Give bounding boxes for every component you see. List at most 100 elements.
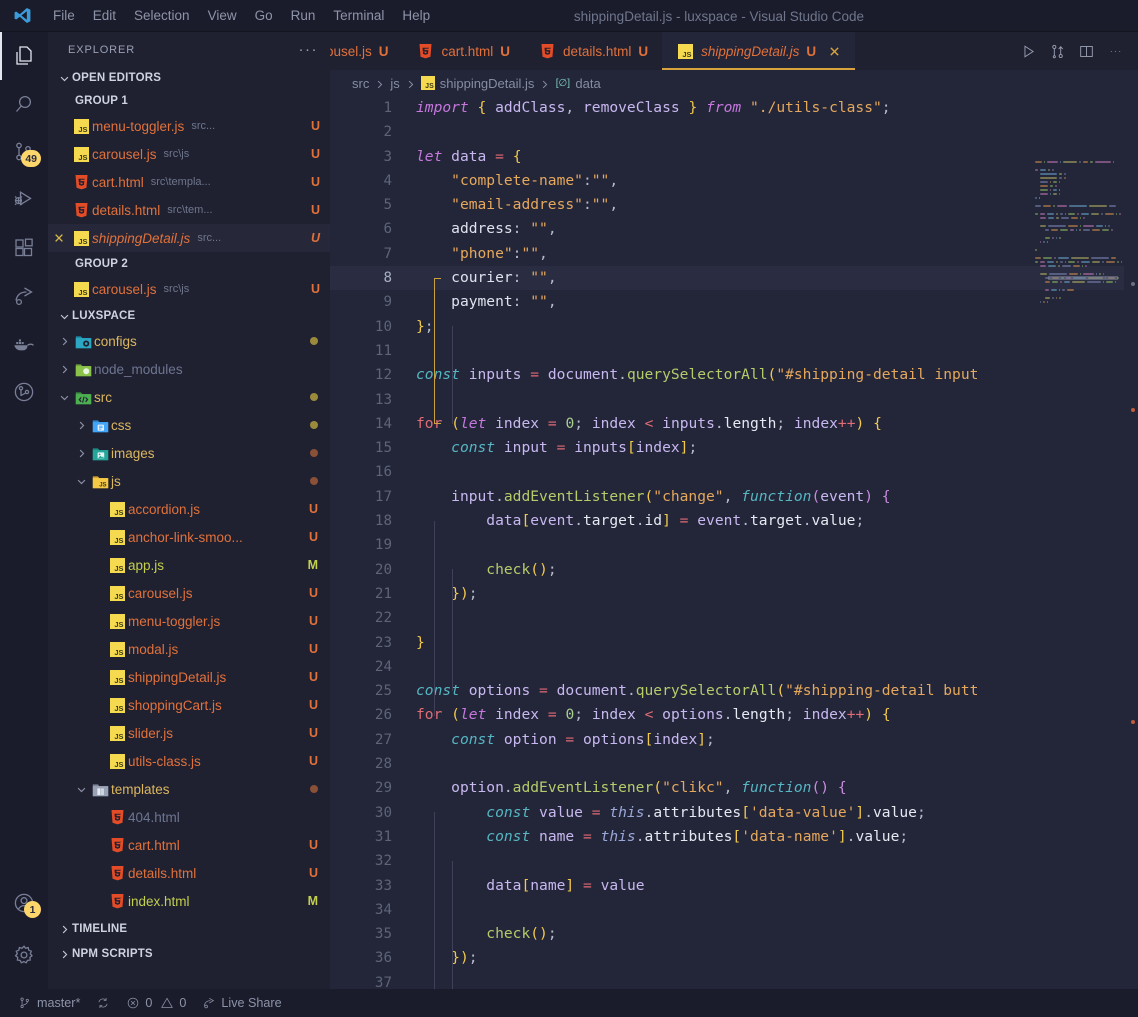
tree-folder-src[interactable]: src <box>48 383 330 411</box>
tree-file-modal.js[interactable]: JS modal.js U <box>48 635 330 663</box>
editor-tab-actions <box>1005 32 1138 70</box>
breadcrumb-item[interactable]: src <box>352 76 369 91</box>
activitybar-run-and-debug[interactable] <box>0 176 48 224</box>
breadcrumb-item[interactable]: [∅] data <box>555 76 601 91</box>
tree-folder-templates[interactable]: templates <box>48 775 330 803</box>
run-code-button[interactable] <box>1015 38 1041 64</box>
menu-view[interactable]: View <box>199 4 246 28</box>
open-editor-item[interactable]: JS carousel.js src\js U <box>48 275 330 303</box>
tree-file-shippingDetail.js[interactable]: JS shippingDetail.js U <box>48 663 330 691</box>
code-editor[interactable]: 1 import { addClass, removeClass } from "… <box>330 96 1138 989</box>
menu-help[interactable]: Help <box>393 4 439 28</box>
more-actions-button[interactable] <box>1102 38 1128 64</box>
code-line: 29 option.addEventListener("clikc", func… <box>330 776 1138 800</box>
error-count: 0 <box>145 996 153 1010</box>
tree-folder-label: images <box>111 445 155 461</box>
tree-file-carousel.js[interactable]: JS carousel.js U <box>48 579 330 607</box>
tree-folder-label: css <box>111 417 132 433</box>
open-editor-item[interactable]: JS menu-toggler.js src... U <box>48 112 330 140</box>
split-editor-icon <box>1079 45 1093 57</box>
activitybar-settings[interactable] <box>0 931 48 979</box>
menu-file[interactable]: File <box>44 4 84 28</box>
editor-tab[interactable]: cart.html U <box>402 32 525 70</box>
tree-file-utils-class.js[interactable]: JS utils-class.js U <box>48 747 330 775</box>
section-npm-scripts[interactable]: NPM SCRIPTS <box>48 943 330 965</box>
tree-file-shoppingCart.js[interactable]: JS shoppingCart.js U <box>48 691 330 719</box>
tree-file-app.js[interactable]: JS app.js M <box>48 551 330 579</box>
activitybar-explorer[interactable] <box>0 32 48 80</box>
status-branch[interactable]: master* <box>10 989 88 1017</box>
activitybar-extensions[interactable] <box>0 224 48 272</box>
open-editor-item[interactable]: details.html src\tem... U <box>48 196 330 224</box>
tree-file-slider.js[interactable]: JS slider.js U <box>48 719 330 747</box>
tree-folder-js[interactable]: JS js <box>48 467 330 495</box>
line-number: 11 <box>374 342 392 359</box>
chevron-right-icon[interactable] <box>56 336 72 347</box>
activitybar-source-control[interactable]: 49 <box>0 128 48 176</box>
section-workspace[interactable]: LUXSPACE <box>48 305 330 327</box>
tree-folder-css[interactable]: css <box>48 411 330 439</box>
editor-tab-status: U <box>500 43 511 59</box>
breadcrumb-item[interactable]: js <box>390 76 399 91</box>
line-number: 12 <box>374 367 392 384</box>
tree-file-accordion.js[interactable]: JS accordion.js U <box>48 495 330 523</box>
breadcrumb-separator-icon <box>374 76 385 91</box>
tree-file-anchor-link-smoo...[interactable]: JS anchor-link-smoo... U <box>48 523 330 551</box>
tree-file-cart.html[interactable]: cart.html U <box>48 831 330 859</box>
close-icon[interactable] <box>828 45 841 58</box>
chevron-right-icon[interactable] <box>56 364 72 375</box>
status-problems[interactable]: 0 0 <box>118 989 194 1017</box>
section-open-editors[interactable]: OPEN EDITORS <box>48 67 330 89</box>
minimap-line <box>1029 264 1124 267</box>
status-sync[interactable] <box>88 989 118 1017</box>
status-live-share[interactable]: Live Share <box>194 989 289 1017</box>
menu-go[interactable]: Go <box>246 4 282 28</box>
activitybar-docker[interactable] <box>0 320 48 368</box>
activity-bar: 49 1 <box>0 32 48 989</box>
activitybar-search[interactable] <box>0 80 48 128</box>
tree-folder-images[interactable]: images <box>48 439 330 467</box>
menu-run[interactable]: Run <box>282 4 325 28</box>
menu-terminal[interactable]: Terminal <box>324 4 393 28</box>
activitybar-accounts[interactable]: 1 <box>0 879 48 927</box>
open-editor-item[interactable]: cart.html src\templa... U <box>48 168 330 196</box>
split-editor-button[interactable] <box>1073 38 1099 64</box>
open-editor-item[interactable]: JS carousel.js src\js U <box>48 140 330 168</box>
tree-folder-node_modules[interactable]: node_modules <box>48 355 330 383</box>
tree-file-menu-toggler.js[interactable]: JS menu-toggler.js U <box>48 607 330 635</box>
tree-file-index.html[interactable]: index.html M <box>48 887 330 915</box>
explorer-more-icon[interactable]: ··· <box>299 42 319 57</box>
chevron-right-icon[interactable] <box>73 420 89 431</box>
tree-file-404.html[interactable]: 404.html <box>48 803 330 831</box>
minimap-line <box>1029 180 1124 183</box>
menu-edit[interactable]: Edit <box>84 4 125 28</box>
open-editor-item[interactable]: JS shippingDetail.js src... U <box>48 224 330 252</box>
editor-tab[interactable]: details.html U <box>524 32 663 70</box>
minimap-line <box>1029 188 1124 191</box>
status-bar: master* 0 0 Live Share <box>0 989 1138 1017</box>
sync-icon <box>98 998 108 1008</box>
editor-tab[interactable]: JS shippingDetail.js U <box>662 32 856 70</box>
activitybar-live-share[interactable] <box>0 272 48 320</box>
breadcrumb-item[interactable]: JS shippingDetail.js <box>420 76 534 91</box>
source-control-graph-button[interactable] <box>1044 38 1070 64</box>
close-icon[interactable] <box>48 232 70 244</box>
minimap-line <box>1029 196 1124 199</box>
chevron-right-icon[interactable] <box>73 448 89 459</box>
activitybar-gitlens[interactable] <box>0 368 48 416</box>
line-content: input.addEventListener("change", functio… <box>451 487 891 505</box>
tree-folder-configs[interactable]: configs <box>48 327 330 355</box>
editor-tab[interactable]: ousel.js U <box>330 32 403 70</box>
section-timeline[interactable]: TIMELINE <box>48 918 330 940</box>
line-content: } <box>416 633 425 651</box>
menu-selection[interactable]: Selection <box>125 4 199 28</box>
overview-ruler[interactable] <box>1124 160 1138 989</box>
chevron-down-icon[interactable] <box>73 476 89 487</box>
chevron-down-icon[interactable] <box>73 784 89 795</box>
open-editor-name: details.html <box>92 202 161 218</box>
minimap[interactable] <box>1029 160 1124 989</box>
minimap-slider[interactable] <box>1048 276 1118 280</box>
tree-file-details.html[interactable]: details.html U <box>48 859 330 887</box>
chevron-down-icon[interactable] <box>56 392 72 403</box>
line-number: 14 <box>374 415 392 432</box>
